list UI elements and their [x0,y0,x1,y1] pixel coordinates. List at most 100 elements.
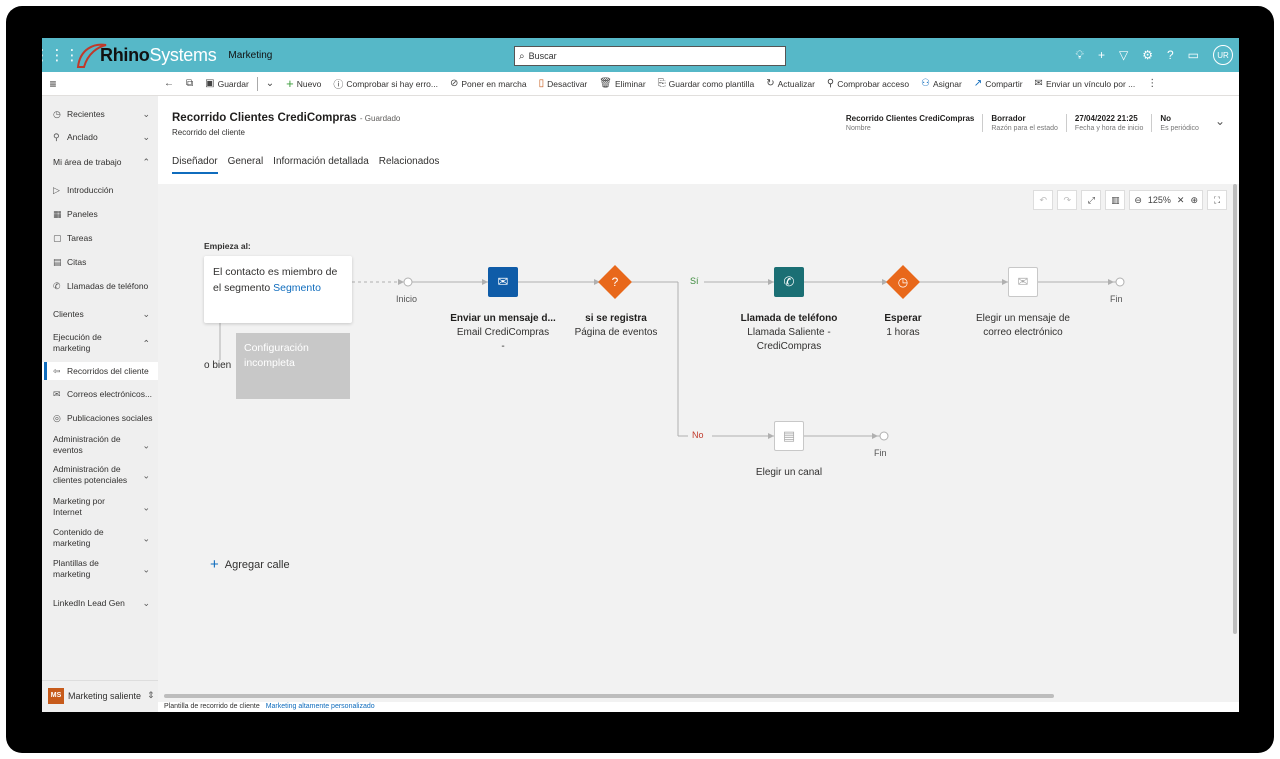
send-link-button[interactable]: ✉ Enviar un vínculo por ... [1029,78,1142,89]
start-trigger-card[interactable]: El contacto es miembro de el segmento Se… [204,256,352,323]
sidebar-group-workspace[interactable]: Mi área de trabajo ⌃ [42,154,158,170]
start-point [403,277,413,287]
condition-node-label: si se registra Página de eventos [556,312,676,340]
chat-icon[interactable]: ▭ [1188,48,1199,62]
save-label: Guardar [217,78,249,89]
lightbulb-icon[interactable]: 💡︎ [1076,48,1084,63]
task-icon: ▢ [53,232,62,243]
search-input[interactable]: ⌕ Buscar [514,46,786,66]
expand-header-icon[interactable]: ⌄ [1207,114,1233,132]
area-switcher[interactable]: MS Marketing saliente ⇕ [42,680,158,710]
plus-icon: + [286,76,294,91]
save-button[interactable]: ▣ Guardar [199,78,255,89]
segment-link[interactable]: Segmento [273,282,321,294]
popout-button[interactable]: ⧉ [180,78,199,89]
tab-details[interactable]: Información detallada [273,156,369,174]
chevron-down-icon: ⌄ [142,131,150,142]
sidebar-item-appointments[interactable]: ▤ Citas [42,254,158,270]
sidebar-item-label: Introducción [67,185,114,195]
sidebar-item-journeys[interactable]: ⇦ Recorridos del cliente [42,362,158,380]
check-errors-label: Comprobar si hay erro... [346,78,438,89]
sidebar-item-social[interactable]: ◎ Publicaciones sociales [42,410,158,426]
add-lane-button[interactable]: + Agregar calle [210,556,290,573]
hamburger-icon[interactable]: ≡ [42,77,64,91]
more-icon: ⋮ [1147,78,1158,89]
choose-email-link[interactable]: Elegir un mensaje de correo electrónico [968,312,1078,340]
sidebar-item-label: Tareas [67,233,93,243]
phone-call-tile[interactable]: ✆ [774,267,804,297]
deactivate-button[interactable]: ▯ Desactivar [533,78,594,89]
choose-channel-link[interactable]: Elegir un canal [739,466,839,480]
new-button[interactable]: + Nuevo [280,76,327,91]
share-button[interactable]: ↗ Compartir [968,78,1029,89]
start-label: Empieza al: [204,241,251,251]
sidebar-group-marketing-content[interactable]: Contenido de marketing ⌄ [42,527,158,551]
tab-general[interactable]: General [228,156,264,174]
journey-designer-canvas[interactable]: ↶ ↷ ⤢ ▥ ⊖ 125% ✕ ⊕ ⛶ Empieza al: El cont… [158,184,1239,702]
email-tile[interactable]: ✉ [488,267,518,297]
gear-icon[interactable]: ⚙ [1142,48,1153,62]
sidebar-group-linkedin[interactable]: LinkedIn Lead Gen ⌄ [42,595,158,611]
empty-channel-tile[interactable]: ▤ [774,421,804,451]
help-icon[interactable]: ? [1167,48,1174,62]
app-launcher-icon[interactable]: ⋮⋮⋮ [42,38,80,72]
header-field-recurring[interactable]: No Es periódico [1151,114,1207,132]
node-subtitle-2: - [501,341,505,352]
assign-button[interactable]: ⚇ Asignar [915,78,968,89]
header-field-name[interactable]: Recorrido Clientes CrediCompras Nombre [838,114,982,132]
filter-icon[interactable]: ▽ [1119,48,1128,62]
refresh-button[interactable]: ↻ Actualizar [760,78,821,89]
empty-email-tile[interactable]: ✉ [1008,267,1038,297]
search-placeholder: Buscar [528,51,557,61]
template-link[interactable]: Marketing altamente personalizado [266,703,375,710]
sidebar-group-marketing-exec[interactable]: Ejecución de marketing ⌃ [42,332,158,356]
sidebar-group-internet-marketing[interactable]: Marketing por Internet ⌄ [42,496,158,520]
sidebar-item-emails[interactable]: ✉ Correos electrónicos... [42,386,158,402]
check-access-button[interactable]: ⚲ Comprobar acceso [821,78,915,89]
sidebar-group-label: Ejecución de marketing [53,332,102,353]
horizontal-scrollbar[interactable] [164,694,1054,698]
back-button[interactable]: ← [158,78,180,89]
header-field-value: No [1160,114,1172,123]
header-field-status-reason[interactable]: Borrador Razón para el estado [982,114,1066,132]
sidebar-item-intro[interactable]: ▷ Introducción [42,182,158,198]
header-field-value: Recorrido Clientes CrediCompras [845,114,975,123]
node-title: Esperar [884,313,922,324]
deactivate-icon: ▯ [538,78,545,89]
save-dropdown-button[interactable]: ⌄ [260,78,280,89]
sidebar-item-dashboards[interactable]: ▦ Paneles [42,206,158,222]
node-subtitle: Página de eventos [574,327,658,338]
sidebar-item-recent[interactable]: ◷ Recientes ⌄ [42,106,158,122]
search-icon: ⌕ [519,50,525,62]
plus-icon[interactable]: + [1098,48,1105,62]
sidebar-group-leads-admin[interactable]: Administración de clientes potenciales ⌄ [42,464,158,488]
sidebar-group-marketing-templates[interactable]: Plantillas de marketing ⌄ [42,558,158,582]
sidebar-item-label: Correos electrónicos... [67,389,153,399]
save-template-button[interactable]: ⎘ Guardar como plantilla [652,78,761,89]
vertical-scrollbar[interactable] [1233,184,1237,634]
more-commands-button[interactable]: ⋮ [1141,78,1163,89]
header-field-start-date[interactable]: 27/04/2022 21:25 Fecha y hora de inicio [1065,114,1151,132]
sidebar: ◷ Recientes ⌄ ⚲ Anclado ⌄ Mi área de trabajo… [42,96,158,712]
tab-related[interactable]: Relacionados [379,156,440,174]
check-errors-button[interactable]: ⓘ Comprobar si hay erro... [327,76,444,92]
sidebar-group-events-admin[interactable]: Administración de eventos ⌄ [42,434,158,458]
sidebar-item-pinned[interactable]: ⚲ Anclado ⌄ [42,129,158,145]
sidebar-item-phone-calls[interactable]: ✆ Llamadas de teléfono [42,278,158,294]
end-label: Fin [874,448,887,458]
avatar[interactable]: UR [1213,45,1233,65]
incomplete-config-tile[interactable]: Configuración incompleta [236,333,350,399]
go-live-button[interactable]: ⊘ Poner en marcha [444,78,533,89]
command-bar: ≡ ← ⧉ ▣ Guardar ⌄ + Nuevo ⓘ Comprobar si ha… [42,72,1239,96]
clock-icon: ◷ [897,275,909,289]
send-link-label: Enviar un vínculo por ... [1045,78,1136,89]
condition-tile[interactable]: ? [598,265,632,299]
delete-button[interactable]: 🗑︎ Eliminar [593,78,651,89]
header-field-value: 27/04/2022 21:25 [1074,114,1138,123]
tab-designer[interactable]: Diseñador [172,156,218,174]
wait-tile[interactable]: ◷ [886,265,920,299]
sidebar-group-clients[interactable]: Clientes ⌄ [42,306,158,322]
brand-logo[interactable]: RhinoSystems [76,38,217,72]
sidebar-item-tasks[interactable]: ▢ Tareas [42,230,158,246]
end-point [879,431,889,441]
